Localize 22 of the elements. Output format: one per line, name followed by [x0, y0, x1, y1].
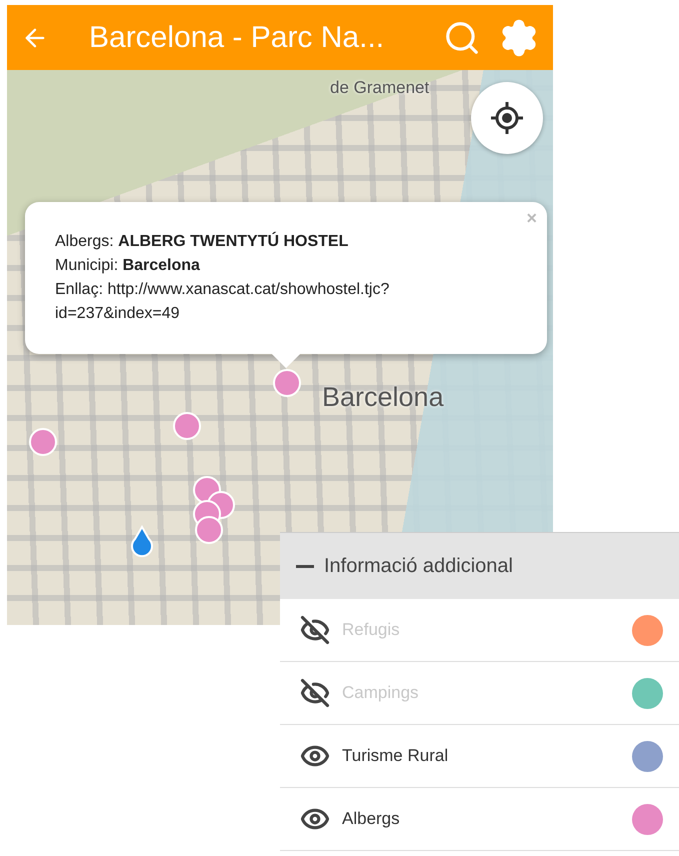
map-marker[interactable] — [29, 428, 57, 456]
crosshair-icon — [490, 101, 524, 135]
map-marker[interactable] — [173, 412, 201, 440]
panel-title: Informació addicional — [324, 554, 513, 578]
map-label: Barcelona — [322, 382, 444, 413]
layer-row[interactable]: Albergs — [280, 788, 679, 851]
minus-icon — [296, 564, 314, 568]
popup-text: Albergs: ALBERG TWENTYTÚ HOSTEL — [55, 230, 350, 252]
my-location-button[interactable] — [471, 82, 543, 154]
panel-header[interactable]: Informació addicional — [280, 533, 679, 599]
app-title: Barcelona - Parc Na... — [88, 20, 386, 54]
layer-name: Albergs — [342, 809, 401, 829]
popup-text: Enllaç: http://www.xanascat.cat/showhostel.tjc?id=237&index=49 — [55, 280, 390, 324]
layer-name: Turisme Rural — [342, 746, 450, 766]
map-label: de Gramenet — [330, 78, 430, 98]
location-pin-icon — [129, 525, 155, 559]
map-marker[interactable] — [273, 369, 301, 397]
eye-off-icon[interactable] — [300, 615, 330, 645]
map-marker[interactable] — [195, 516, 223, 544]
layer-row[interactable]: Turisme Rural — [280, 725, 679, 788]
popup-text: Municipi: Barcelona — [55, 256, 201, 276]
eye-off-icon[interactable] — [300, 678, 330, 708]
